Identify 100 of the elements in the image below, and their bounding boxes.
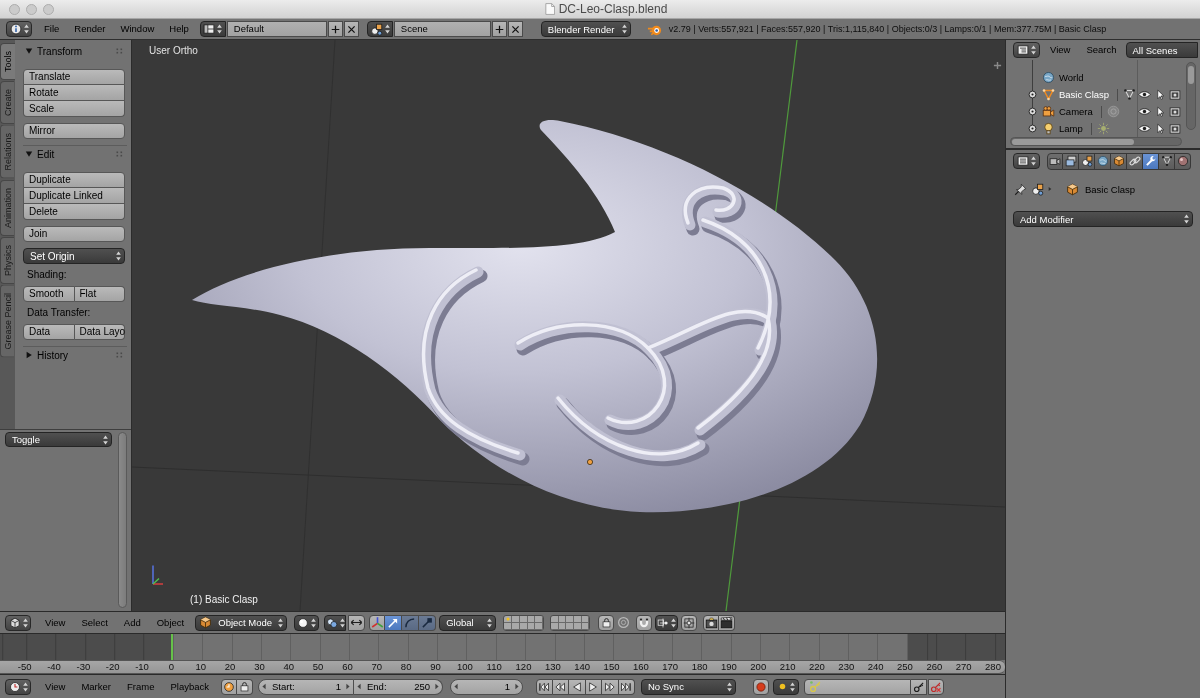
playback-button[interactable]: [602, 678, 619, 695]
pin-icon[interactable]: [1014, 182, 1027, 196]
keying-set-field[interactable]: [804, 678, 911, 695]
scene-name-field[interactable]: Scene: [393, 21, 491, 37]
scrollbar[interactable]: [118, 432, 127, 608]
outliner-item-name[interactable]: Camera: [1059, 106, 1093, 117]
scene-selector-button[interactable]: [366, 21, 393, 37]
menu-button[interactable]: View: [1050, 42, 1071, 58]
render-animation-button[interactable]: [719, 614, 736, 631]
plus-icon[interactable]: [993, 61, 1002, 70]
eye-icon[interactable]: [1138, 88, 1151, 101]
insert-keyframe-button[interactable]: [911, 678, 927, 695]
menu-button[interactable]: Search: [1086, 42, 1117, 58]
tool-button[interactable]: Data Layo: [74, 324, 125, 340]
display-mode-dropdown[interactable]: All Scenes: [1125, 42, 1198, 58]
tool-button[interactable]: Flat: [74, 286, 125, 302]
delete-button[interactable]: [507, 21, 523, 37]
layout-name-field[interactable]: Default: [226, 21, 327, 37]
disclosure-triangle-icon[interactable]: [25, 47, 33, 55]
render-image-button[interactable]: [703, 614, 720, 631]
end-frame-field[interactable]: End: 250: [354, 678, 443, 695]
menu-button[interactable]: Add: [123, 614, 141, 631]
playback-button[interactable]: [569, 678, 586, 695]
menu-button[interactable]: Help: [169, 21, 189, 37]
pivot-dropdown[interactable]: [324, 614, 347, 631]
menu-button[interactable]: Playback: [170, 678, 209, 695]
tool-button[interactable]: Translate: [23, 69, 125, 85]
screen-icon[interactable]: [1169, 88, 1181, 101]
properties-tab[interactable]: [1095, 152, 1111, 170]
menu-button[interactable]: Render: [74, 21, 106, 37]
shading-dropdown[interactable]: [294, 614, 320, 631]
drag-handle-icon[interactable]: [116, 151, 123, 157]
tool-button[interactable]: Data: [23, 324, 75, 340]
menu-button[interactable]: View: [45, 678, 66, 695]
tool-button[interactable]: Delete: [23, 204, 125, 220]
properties-tab[interactable]: [1159, 152, 1175, 170]
panel-title[interactable]: History: [37, 349, 69, 361]
menu-dropdown[interactable]: Set Origin: [23, 248, 125, 264]
panel-title[interactable]: Transform: [37, 45, 83, 57]
keying-dropdown[interactable]: [773, 678, 799, 695]
tool-shelf-tab[interactable]: Tools: [0, 43, 15, 80]
editor-type-button[interactable]: [5, 614, 31, 631]
editor-type-button[interactable]: [1013, 153, 1040, 169]
disclosure-triangle-icon[interactable]: [25, 351, 33, 359]
preview-range-button[interactable]: [221, 678, 237, 695]
scrollbar[interactable]: [1186, 62, 1196, 130]
render-engine-dropdown[interactable]: Blender Render: [540, 21, 631, 37]
snap-target-button[interactable]: [681, 614, 698, 631]
tool-button[interactable]: Rotate: [23, 85, 125, 101]
properties-tab[interactable]: [1175, 152, 1191, 170]
drag-handle-icon[interactable]: [116, 352, 123, 358]
eye-icon[interactable]: [1138, 122, 1151, 135]
tool-button[interactable]: Join: [23, 226, 125, 242]
outliner-item-name[interactable]: Basic Clasp: [1059, 89, 1110, 100]
scrollbar[interactable]: [1010, 137, 1182, 146]
tool-button[interactable]: Duplicate: [23, 172, 125, 188]
add-modifier-dropdown[interactable]: Add Modifier: [1013, 211, 1193, 227]
playback-button[interactable]: [536, 678, 553, 695]
operator-dropdown[interactable]: Toggle: [5, 432, 112, 447]
menu-button[interactable]: Object: [156, 614, 185, 631]
menu-button[interactable]: File: [44, 21, 60, 37]
editor-type-button[interactable]: [6, 21, 32, 37]
menu-button[interactable]: Marker: [81, 678, 111, 695]
editor-type-button[interactable]: [1013, 42, 1040, 58]
outliner-item-name[interactable]: Lamp: [1059, 123, 1083, 134]
drag-handle-icon[interactable]: [116, 48, 123, 54]
screen-icon[interactable]: [1169, 105, 1181, 118]
manipulator-button[interactable]: [385, 614, 403, 631]
tool-button[interactable]: Duplicate Linked: [23, 188, 125, 204]
frame-ruler[interactable]: -50 -40 -30 -20 -10 0 10 20 30 40 50 60 70 80 90 100 110 120 130 140 150 160 170 180 190 200 210 220 230 240 250 260 270 280: [0, 660, 1005, 674]
sculpted-model-drawing[interactable]: [192, 120, 878, 513]
properties-tab[interactable]: [1079, 152, 1095, 170]
delete-button[interactable]: [343, 21, 359, 37]
manipulator-toggle[interactable]: [369, 614, 386, 631]
snap-button[interactable]: [636, 614, 653, 631]
add-button[interactable]: [491, 21, 507, 37]
outliner-item-name[interactable]: World: [1059, 72, 1084, 83]
record-button[interactable]: [753, 678, 769, 695]
layer-selector[interactable]: [550, 614, 591, 631]
cursor-icon[interactable]: [1154, 122, 1166, 135]
panel-title[interactable]: Edit: [37, 148, 55, 160]
mode-dropdown[interactable]: Object Mode: [195, 614, 288, 631]
cursor-icon[interactable]: [1154, 105, 1166, 118]
current-frame-field[interactable]: 1: [450, 678, 523, 695]
lock-button[interactable]: [237, 678, 253, 695]
3d-viewport[interactable]: User Ortho (1) Basic Clasp: [132, 40, 1005, 611]
cursor-icon[interactable]: [1154, 88, 1166, 101]
properties-tab[interactable]: [1127, 152, 1143, 170]
properties-tab[interactable]: [1047, 152, 1063, 170]
disclosure-triangle-icon[interactable]: [25, 150, 33, 158]
properties-tab[interactable]: [1111, 152, 1127, 170]
scrollbar-thumb[interactable]: [1012, 138, 1134, 145]
centers-toggle[interactable]: [348, 614, 366, 631]
tool-button[interactable]: Mirror: [23, 123, 125, 139]
tool-button[interactable]: Scale: [23, 101, 125, 117]
sync-dropdown[interactable]: No Sync: [641, 678, 736, 695]
scrollbar-thumb[interactable]: [1188, 66, 1194, 84]
properties-tab[interactable]: [1063, 152, 1079, 170]
snap-element-dropdown[interactable]: [655, 614, 679, 631]
menu-button[interactable]: Select: [81, 614, 108, 631]
